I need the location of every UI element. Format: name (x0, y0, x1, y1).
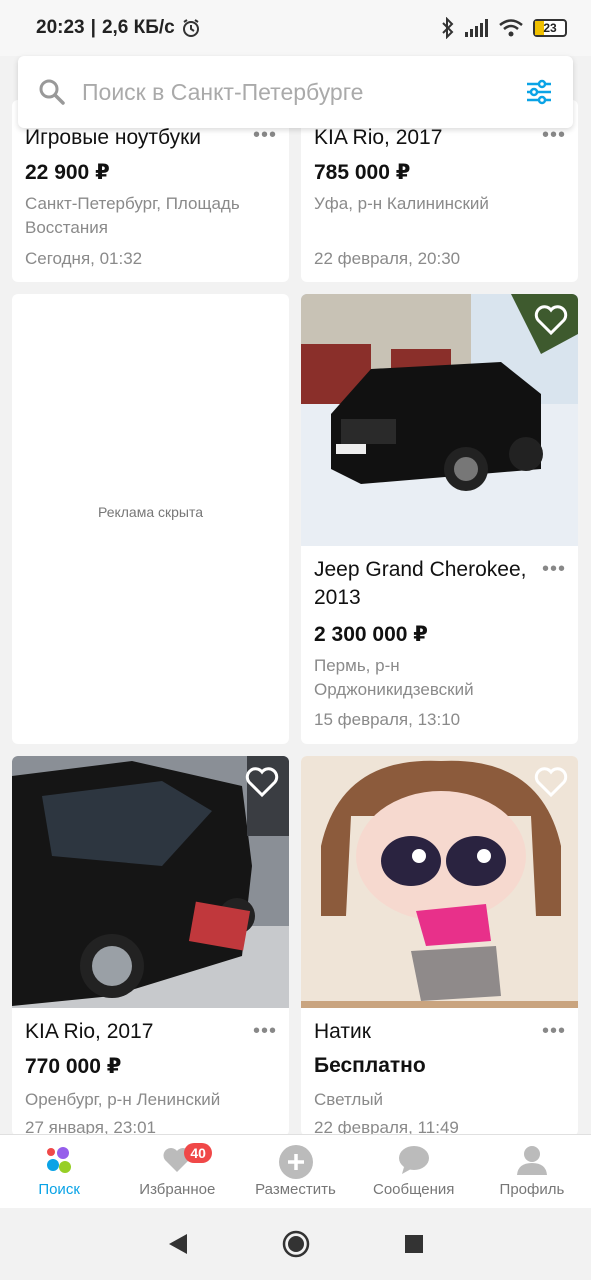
favorites-badge: 40 (184, 1143, 212, 1163)
listing-title: Игровые ноутбуки (25, 126, 202, 149)
battery-icon: 23 (533, 19, 567, 37)
listing-location: Пермь, р-н Орджоникидзевский (314, 656, 474, 699)
more-options-button[interactable]: ••• (542, 125, 566, 145)
search-input[interactable] (82, 78, 525, 106)
listing-price: 22 900 ₽ (25, 161, 110, 184)
signal-icon (465, 19, 488, 37)
nav-messages[interactable]: Сообщения (355, 1135, 473, 1208)
listing-photo[interactable] (12, 756, 289, 1008)
profile-icon (516, 1146, 547, 1175)
status-speed: 2,6 КБ/с (101, 17, 175, 38)
listing-price: 2 300 000 ₽ (314, 623, 428, 646)
status-separator: | (90, 17, 96, 38)
listing-photo[interactable] (301, 756, 578, 1008)
nav-post[interactable]: Разместить (236, 1135, 354, 1208)
ad-hidden-label: Реклама скрыта (97, 504, 204, 520)
listing-date: Сегодня, 01:32 (25, 249, 143, 268)
home-icon[interactable] (282, 1230, 310, 1258)
filter-icon[interactable] (525, 78, 553, 106)
listing-title: KIA Rio, 2017 (314, 126, 443, 149)
nav-label: Избранное (139, 1181, 216, 1198)
listing-location: Уфа, р-н Калининский (314, 194, 489, 213)
listing-location: Оренбург, р-н Ленинский (25, 1090, 221, 1109)
more-options-button[interactable]: ••• (253, 125, 277, 145)
nav-search[interactable]: Поиск (0, 1135, 118, 1208)
listing-title: KIA Rio, 2017 (25, 1020, 154, 1043)
nav-label: Поиск (38, 1181, 80, 1198)
listing-title: Jeep Grand Cherokee, 2013 (314, 558, 527, 609)
listing-date: 15 февраля, 13:10 (314, 710, 461, 729)
listing-card[interactable]: Натик ••• Бесплатно Светлый 22 февраля, … (301, 756, 578, 1136)
back-icon[interactable] (167, 1232, 189, 1256)
system-navigation-bar (0, 1208, 591, 1280)
search-dots-icon (47, 1147, 72, 1173)
nav-label: Разместить (255, 1181, 336, 1198)
more-options-button[interactable]: ••• (542, 559, 566, 579)
favorite-heart-icon[interactable] (534, 766, 568, 798)
nav-label: Профиль (499, 1181, 565, 1198)
favorite-heart-icon[interactable] (534, 304, 568, 336)
bluetooth-icon (442, 17, 454, 39)
listing-card[interactable]: Jeep Grand Cherokee, 2013 ••• 2 300 000 … (301, 294, 578, 744)
alarm-icon (182, 19, 199, 37)
listing-card[interactable]: KIA Rio, 2017 ••• 770 000 ₽ Оренбург, р-… (12, 756, 289, 1136)
more-options-button[interactable]: ••• (253, 1021, 277, 1041)
listing-title: Натик (314, 1020, 371, 1043)
nav-profile[interactable]: Профиль (473, 1135, 591, 1208)
ad-placeholder: Реклама скрыта (12, 294, 289, 744)
search-bar[interactable] (18, 56, 573, 128)
status-time: 20:23 (36, 17, 85, 38)
listing-location: Санкт-Петербург, Площадь Восстания (25, 194, 240, 237)
listing-location: Светлый (314, 1090, 384, 1109)
battery-level: 23 (543, 21, 557, 35)
listing-price: 785 000 ₽ (314, 161, 411, 184)
nav-favorites[interactable]: 40 Избранное (118, 1135, 236, 1208)
recents-icon[interactable] (404, 1234, 424, 1254)
favorite-heart-icon[interactable] (245, 766, 279, 798)
listing-date: 22 февраля, 20:30 (314, 249, 461, 268)
chat-icon (398, 1146, 429, 1174)
bottom-navigation: Поиск 40 Избранное Разместить Сообщения … (0, 1134, 591, 1208)
plus-circle-icon (278, 1145, 313, 1179)
listing-price: Бесплатно (314, 1054, 426, 1077)
listing-price: 770 000 ₽ (25, 1055, 122, 1078)
nav-label: Сообщения (373, 1181, 455, 1198)
wifi-icon (499, 19, 523, 37)
status-bar: 20:23 | 2,6 КБ/с 23 (0, 0, 591, 56)
more-options-button[interactable]: ••• (542, 1021, 566, 1041)
listing-photo[interactable] (301, 294, 578, 546)
search-icon (39, 79, 65, 105)
